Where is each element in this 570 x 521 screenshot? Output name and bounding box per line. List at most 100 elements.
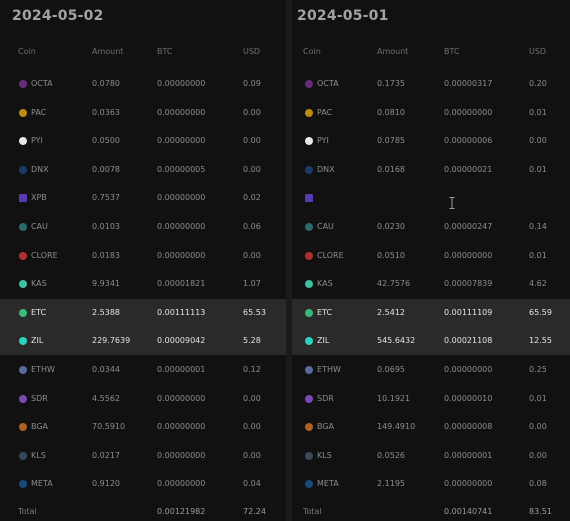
header-btc[interactable]: BTC — [157, 47, 173, 56]
etc-icon — [305, 308, 313, 317]
table-row[interactable]: CAU 0.0230 0.00000247 0.14 — [292, 213, 570, 241]
cell-coin: ETHW — [31, 365, 55, 374]
table-row[interactable]: ETC 2.5388 0.00111113 65.53 — [0, 298, 286, 327]
cell-btc: 0.00001821 — [157, 279, 206, 289]
cell-amount: 4.5562 — [92, 393, 120, 403]
cell-amount: 0.0526 — [377, 450, 405, 460]
table-row[interactable]: BGA 70.5910 0.00000000 0.00 — [0, 413, 286, 441]
table-row[interactable]: META 0.9120 0.00000000 0.04 — [0, 470, 286, 498]
cell-amount: 0.0183 — [92, 250, 120, 260]
cell-amount: 0.0078 — [92, 164, 120, 174]
pac-icon — [19, 108, 27, 117]
cell-btc: 0.00009042 — [157, 336, 206, 346]
cell-amount: 0.0695 — [377, 365, 405, 374]
cell-btc: 0.00000000 — [157, 136, 206, 146]
cell-btc: 0.00000000 — [157, 393, 206, 403]
cell-btc: 0.00000000 — [444, 107, 493, 117]
cell-amount: 0.1735 — [377, 79, 405, 88]
table-row[interactable]: ETC 2.5412 0.00111109 65.59 — [292, 298, 570, 327]
table-row[interactable]: DNX 0.0078 0.00000005 0.00 — [0, 156, 286, 184]
cell-usd: 0.00 — [529, 450, 547, 460]
dnx-icon — [305, 165, 313, 174]
cell-coin: KAS — [31, 279, 47, 289]
cell-usd: 0.00 — [243, 107, 261, 117]
table-row[interactable]: SDR 4.5562 0.00000000 0.00 — [0, 385, 286, 413]
table-row[interactable]: KLS 0.0526 0.00000001 0.00 — [292, 442, 570, 470]
balance-panel-left: 2024-05-02 Coin Amount BTC USD OCTA 0.078… — [0, 0, 286, 521]
pyi-icon — [305, 137, 313, 146]
header-amount[interactable]: Amount — [92, 47, 123, 56]
cell-coin: KAS — [317, 279, 333, 289]
cell-amount: 0.0230 — [377, 222, 405, 231]
cell-amount: 0.0363 — [92, 107, 120, 117]
table-row[interactable]: OCTA 0.1735 0.00000317 0.20 — [292, 70, 570, 98]
table-row[interactable]: ETHW 0.0344 0.00000001 0.12 — [0, 356, 286, 384]
table-row[interactable]: PYI 0.0785 0.00000006 0.00 — [292, 127, 570, 155]
cell-usd: 0.00 — [243, 164, 261, 174]
cell-coin: XPB — [31, 193, 47, 203]
table-row[interactable]: XPB 0.7537 0.00000000 0.02 — [0, 184, 286, 212]
table-row[interactable] — [292, 184, 570, 212]
cell-usd: 0.00 — [243, 250, 261, 260]
cell-btc: 0.00111113 — [157, 307, 206, 317]
table-row[interactable]: META 2.1195 0.00000000 0.08 — [292, 470, 570, 498]
cell-coin: DNX — [317, 164, 335, 174]
table-row[interactable]: KAS 42.7576 0.00007839 4.62 — [292, 270, 570, 298]
kls-icon — [19, 451, 27, 460]
header-usd[interactable]: USD — [529, 47, 546, 56]
cell-coin: CAU — [317, 222, 334, 231]
table-row[interactable]: CLORE 0.0510 0.00000000 0.01 — [292, 242, 570, 270]
cell-coin: ETC — [31, 307, 47, 317]
sdr-icon — [305, 394, 313, 403]
octa-icon — [305, 80, 313, 88]
total-btc: 0.00140741 — [444, 507, 493, 516]
kas-icon — [19, 280, 27, 289]
cell-amount: 2.5388 — [92, 307, 120, 317]
header-coin[interactable]: Coin — [18, 47, 36, 56]
total-row: Total 0.00140741 83.51 — [292, 498, 570, 521]
table-row[interactable]: CAU 0.0103 0.00000000 0.06 — [0, 213, 286, 241]
table-row[interactable]: PAC 0.0810 0.00000000 0.01 — [292, 99, 570, 127]
total-label: Total — [303, 507, 322, 516]
balance-panel-right: 2024-05-01 Coin Amount BTC USD OCTA 0.173… — [292, 0, 570, 521]
total-btc: 0.00121982 — [157, 507, 206, 516]
cell-usd: 0.00 — [529, 422, 547, 432]
cell-amount: 0.0785 — [377, 136, 405, 146]
header-btc[interactable]: BTC — [444, 47, 460, 56]
table-row[interactable]: OCTA 0.0780 0.00000000 0.09 — [0, 70, 286, 98]
sdr-icon — [19, 394, 27, 403]
table-row[interactable]: KLS 0.0217 0.00000000 0.00 — [0, 442, 286, 470]
table-row[interactable]: ETHW 0.0695 0.00000000 0.25 — [292, 356, 570, 384]
cell-coin: DNX — [31, 164, 49, 174]
cell-btc: 0.00000021 — [444, 164, 493, 174]
table-row[interactable]: DNX 0.0168 0.00000021 0.01 — [292, 156, 570, 184]
ethw-icon — [305, 366, 313, 374]
cell-usd: 0.00 — [243, 136, 261, 146]
cell-usd: 4.62 — [529, 279, 547, 289]
header-amount[interactable]: Amount — [377, 47, 408, 56]
cell-usd: 0.04 — [243, 479, 261, 489]
header-coin[interactable]: Coin — [303, 47, 321, 56]
table-row[interactable]: SDR 10.1921 0.00000010 0.01 — [292, 385, 570, 413]
cell-btc: 0.00000000 — [157, 193, 206, 203]
table-row[interactable]: BGA 149.4910 0.00000008 0.00 — [292, 413, 570, 441]
table-row[interactable]: PAC 0.0363 0.00000000 0.00 — [0, 99, 286, 127]
cell-usd: 0.12 — [243, 365, 261, 374]
cell-btc: 0.00111109 — [444, 307, 493, 317]
cell-coin: OCTA — [317, 79, 339, 88]
table-row[interactable]: CLORE 0.0183 0.00000000 0.00 — [0, 242, 286, 270]
cell-btc: 0.00000000 — [157, 222, 206, 231]
cell-coin: BGA — [31, 422, 49, 432]
table-row[interactable]: ZIL 229.7639 0.00009042 5.28 — [0, 327, 286, 356]
xpb-icon — [19, 194, 27, 203]
cell-amount: 0.0217 — [92, 450, 120, 460]
header-usd[interactable]: USD — [243, 47, 260, 56]
cau-icon — [19, 223, 27, 231]
kls-icon — [305, 451, 313, 460]
table-row[interactable]: PYI 0.0500 0.00000000 0.00 — [0, 127, 286, 155]
text-cursor-icon — [449, 197, 455, 209]
table-row[interactable]: KAS 9.9341 0.00001821 1.07 — [0, 270, 286, 298]
cell-btc: 0.00000000 — [157, 450, 206, 460]
table-row[interactable]: ZIL 545.6432 0.00021108 12.55 — [292, 327, 570, 356]
cell-coin: OCTA — [31, 79, 53, 88]
